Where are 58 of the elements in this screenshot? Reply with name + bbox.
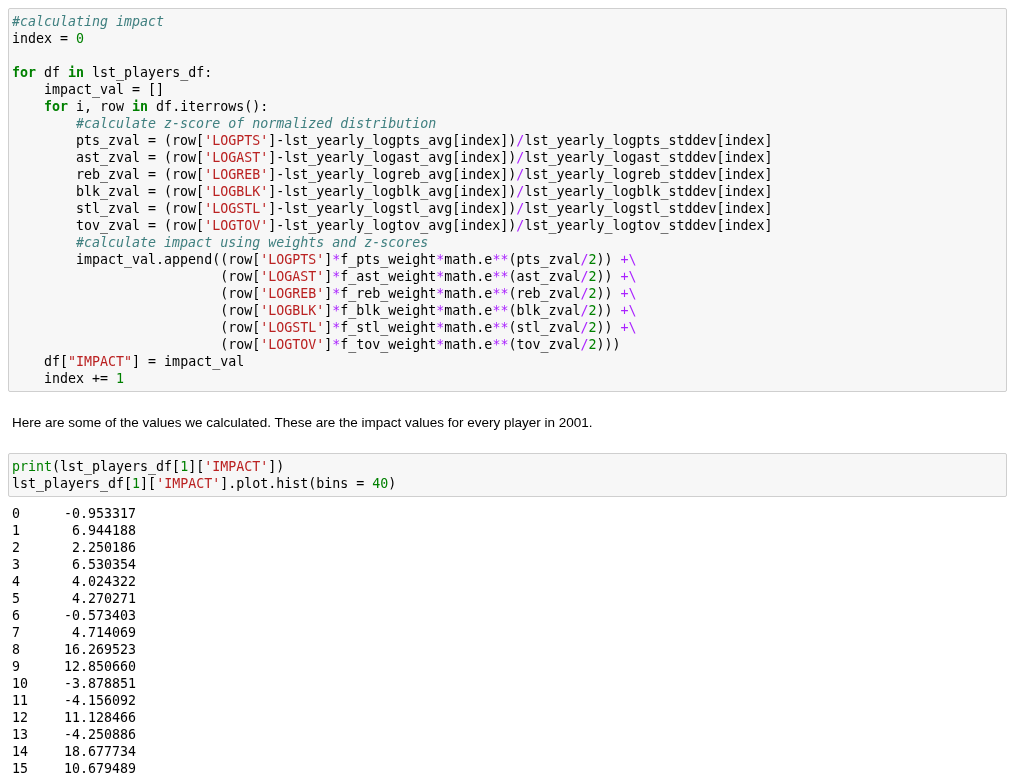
impact-value: 16.269523 (64, 641, 136, 658)
code-line: (row['LOGTOV']*f_tov_weight*math.e**(tov_zval/2))) (219, 336, 622, 353)
code-line: for i, row in df.iterrows(): (43, 98, 270, 115)
code-comment: #calculating impact (12, 13, 166, 30)
code-cell[interactable] (8, 8, 1007, 392)
impact-value: -4.250886 (64, 726, 136, 743)
row-index: 9 (12, 658, 21, 675)
code-line: index += 1 (43, 370, 126, 387)
code-line: print(lst_players_df[1]['IMPACT']) (12, 458, 286, 475)
row-index: 3 (12, 556, 21, 573)
code-line: (row['LOGSTL']*f_stl_weight*math.e**(stl_zval/2)) +\ (219, 319, 638, 336)
code-line: stl_zval = (row['LOGSTL']-lst_yearly_logstl_avg[index])/lst_yearly_logstl_stddev[index] (75, 200, 774, 217)
row-index: 7 (12, 624, 21, 641)
code-line: lst_players_df[1]['IMPACT'].plot.hist(bins = 40) (12, 475, 398, 492)
impact-value: 6.530354 (70, 556, 136, 573)
row-index: 5 (12, 590, 21, 607)
code-line: pts_zval = (row['LOGPTS']-lst_yearly_logpts_avg[index])/lst_yearly_logpts_stddev[index] (75, 132, 774, 149)
code-line: reb_zval = (row['LOGREB']-lst_yearly_logreb_avg[index])/lst_yearly_logreb_stddev[index] (75, 166, 774, 183)
code-line: blk_zval = (row['LOGBLK']-lst_yearly_logblk_avg[index])/lst_yearly_logblk_stddev[index] (75, 183, 774, 200)
code-line: for df in lst_players_df: (12, 64, 214, 81)
impact-value: 12.850660 (64, 658, 136, 675)
row-index: 4 (12, 573, 21, 590)
impact-value: 6.944188 (70, 522, 136, 539)
code-comment: #calculate impact using weights and z-scores (75, 234, 430, 251)
code-line: (row['LOGAST']*f_ast_weight*math.e**(ast_zval/2)) +\ (219, 268, 638, 285)
row-index: 15 (12, 760, 29, 775)
impact-value: -3.878851 (64, 675, 136, 692)
code-line: (row['LOGBLK']*f_blk_weight*math.e**(blk_zval/2)) +\ (219, 302, 638, 319)
impact-value: 18.677734 (64, 743, 136, 760)
code-line: index = 0 (12, 30, 86, 47)
impact-value: 4.024322 (70, 573, 136, 590)
code-line: df["IMPACT"] = impact_val (43, 353, 246, 370)
impact-value: -0.953317 (64, 505, 136, 522)
impact-value: 4.714069 (70, 624, 136, 641)
row-index: 10 (12, 675, 29, 692)
code-comment: #calculate z-score of normalized distribution (75, 115, 438, 132)
code-line: (row['LOGREB']*f_reb_weight*math.e**(reb_zval/2)) +\ (219, 285, 638, 302)
row-index: 12 (12, 709, 29, 726)
code-line: impact_val.append((row['LOGPTS']*f_pts_weight*math.e**(pts_zval/2)) +\ (75, 251, 638, 268)
row-index: 8 (12, 641, 21, 658)
impact-value: -0.573403 (64, 607, 136, 624)
row-index: 2 (12, 539, 21, 556)
code-line: ast_zval = (row['LOGAST']-lst_yearly_logast_avg[index])/lst_yearly_logast_stddev[index] (75, 149, 774, 166)
row-index: 6 (12, 607, 21, 624)
impact-value: 2.250186 (70, 539, 136, 556)
code-line: tov_zval = (row['LOGTOV']-lst_yearly_logtov_avg[index])/lst_yearly_logtov_stddev[index] (75, 217, 774, 234)
row-index: 11 (12, 692, 29, 709)
row-index: 13 (12, 726, 29, 743)
impact-value: 10.679489 (64, 760, 136, 775)
row-index: 0 (12, 505, 21, 522)
impact-value: 11.128466 (64, 709, 136, 726)
impact-value: 4.270271 (70, 590, 136, 607)
code-cell[interactable]: print(lst_players_df[1]['IMPACT']) lst_players_df[1]['IMPACT'].plot.hist(bins = 40) (8, 453, 1007, 497)
impact-value: -4.156092 (64, 692, 136, 709)
paragraph: Here are some of the values we calculated. These are the impact values for every player in 2001. (12, 414, 594, 432)
row-index: 14 (12, 743, 29, 760)
code-line: impact_val = [] (43, 81, 166, 98)
row-index: 1 (12, 522, 21, 539)
